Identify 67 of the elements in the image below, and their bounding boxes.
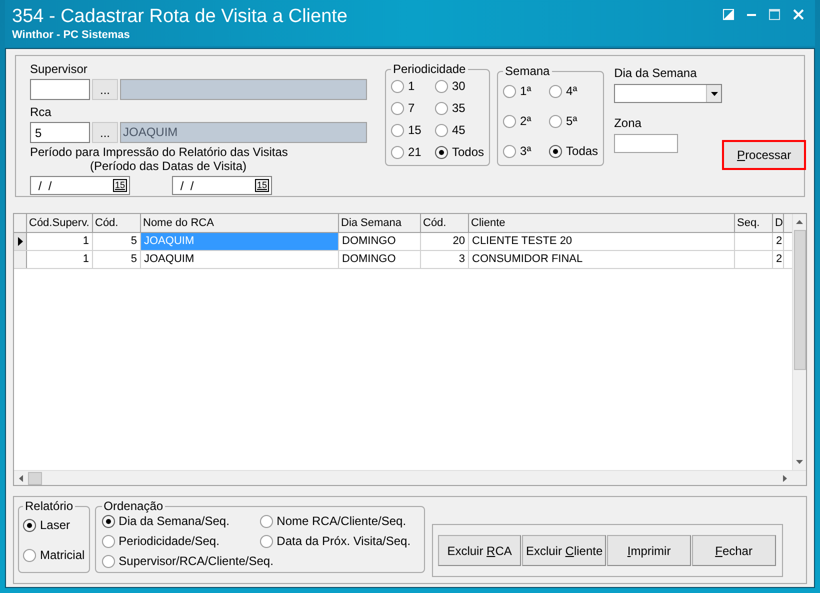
code-field[interactable]: 5 <box>30 122 90 143</box>
table-cell: 2 <box>773 233 784 250</box>
action-button[interactable]: Excluir RCA <box>438 535 522 566</box>
action-button[interactable]: Excluir Cliente <box>522 535 606 566</box>
radio-label[interactable]: Todos <box>452 145 484 160</box>
process-button[interactable]: Processar <box>722 140 806 170</box>
field-label: (Período das Datas de Visita) <box>89 159 248 173</box>
table-cell: 2 <box>773 251 784 268</box>
table-cell: 20 <box>421 233 469 250</box>
table-cell: DOMINGO <box>339 251 421 268</box>
table-cell: 1 <box>27 251 93 268</box>
radio-label[interactable]: Periodicidade/Seq. <box>118 534 220 549</box>
radio-label[interactable]: Matricial <box>40 548 85 563</box>
radio-label[interactable]: 21 <box>408 145 422 160</box>
column-header[interactable]: Nome do RCA <box>141 214 339 232</box>
table-cell: DOMINGO <box>339 233 421 250</box>
column-header[interactable]: Cód. <box>421 214 469 232</box>
table-cell: 5 <box>93 251 141 268</box>
field-label: Dia da Semana <box>614 66 698 81</box>
column-header[interactable]: Cód.Superv. <box>27 214 93 232</box>
radio-label[interactable]: Supervisor/RCA/Cliente/Seq. <box>118 554 274 569</box>
radio-label[interactable]: 15 <box>408 123 422 138</box>
radio-label[interactable]: 1 <box>408 79 415 94</box>
radio-label[interactable]: Todas <box>566 144 598 159</box>
radio-label[interactable]: Data da Próx. Visita/Seq. <box>276 534 411 549</box>
radio-label[interactable]: 5ª <box>566 114 578 129</box>
radio-label[interactable]: 2ª <box>520 114 532 129</box>
column-header[interactable]: D <box>773 214 784 232</box>
window-subtitle: Winthor - PC Sistemas <box>12 29 131 42</box>
radio-label[interactable]: 45 <box>452 123 466 138</box>
column-header[interactable]: Dia Semana <box>339 214 421 232</box>
action-button[interactable]: Imprimir <box>607 535 691 566</box>
lookup-button[interactable]: ... <box>92 79 118 100</box>
radio-label[interactable]: Laser <box>40 518 70 533</box>
table-cell: JOAQUIM <box>141 233 339 250</box>
group-title: Periodicidade <box>392 62 467 76</box>
field-label: Rca <box>30 105 52 120</box>
lookup-button[interactable]: ... <box>92 122 118 143</box>
action-button[interactable]: Fechar <box>692 535 776 566</box>
calendar-icon[interactable]: 15 <box>112 179 127 192</box>
table-cell: JOAQUIM <box>141 251 339 268</box>
radio-label[interactable]: Nome RCA/Cliente/Seq. <box>276 514 406 529</box>
radio-label[interactable]: Dia da Semana/Seq. <box>118 514 230 529</box>
radio-label[interactable]: 35 <box>452 101 466 116</box>
radio-label[interactable]: 4ª <box>566 84 578 99</box>
window-title: 354 - Cadastrar Rota de Visita a Cliente <box>12 5 348 29</box>
table-cell: 3 <box>421 251 469 268</box>
table-cell: CLIENTE TESTE 20 <box>469 233 735 250</box>
calendar-icon[interactable]: 15 <box>254 179 269 192</box>
radio-label[interactable]: 30 <box>452 79 466 94</box>
column-header[interactable]: Cód. <box>93 214 141 232</box>
name-field: JOAQUIM <box>120 122 367 143</box>
field-label: Supervisor <box>30 62 88 77</box>
radio-label[interactable]: 7 <box>408 101 415 116</box>
date-field[interactable]: / / 15 <box>172 176 272 195</box>
column-header[interactable]: Cliente <box>469 214 735 232</box>
radio-label[interactable]: 3ª <box>520 144 532 159</box>
date-field[interactable]: / / 15 <box>30 176 130 195</box>
column-header[interactable]: Seq. <box>735 214 773 232</box>
radio-label[interactable]: 1ª <box>520 84 532 99</box>
table-cell: CONSUMIDOR FINAL <box>469 251 735 268</box>
group-title: Semana <box>504 64 551 78</box>
field-label: Zona <box>614 116 642 131</box>
field-label: Período para Impressão do Relatório das Visitas <box>30 145 289 159</box>
group-title: Relatório <box>24 499 74 513</box>
table-cell: 1 <box>27 233 93 250</box>
group-title: Ordenação <box>102 499 164 513</box>
